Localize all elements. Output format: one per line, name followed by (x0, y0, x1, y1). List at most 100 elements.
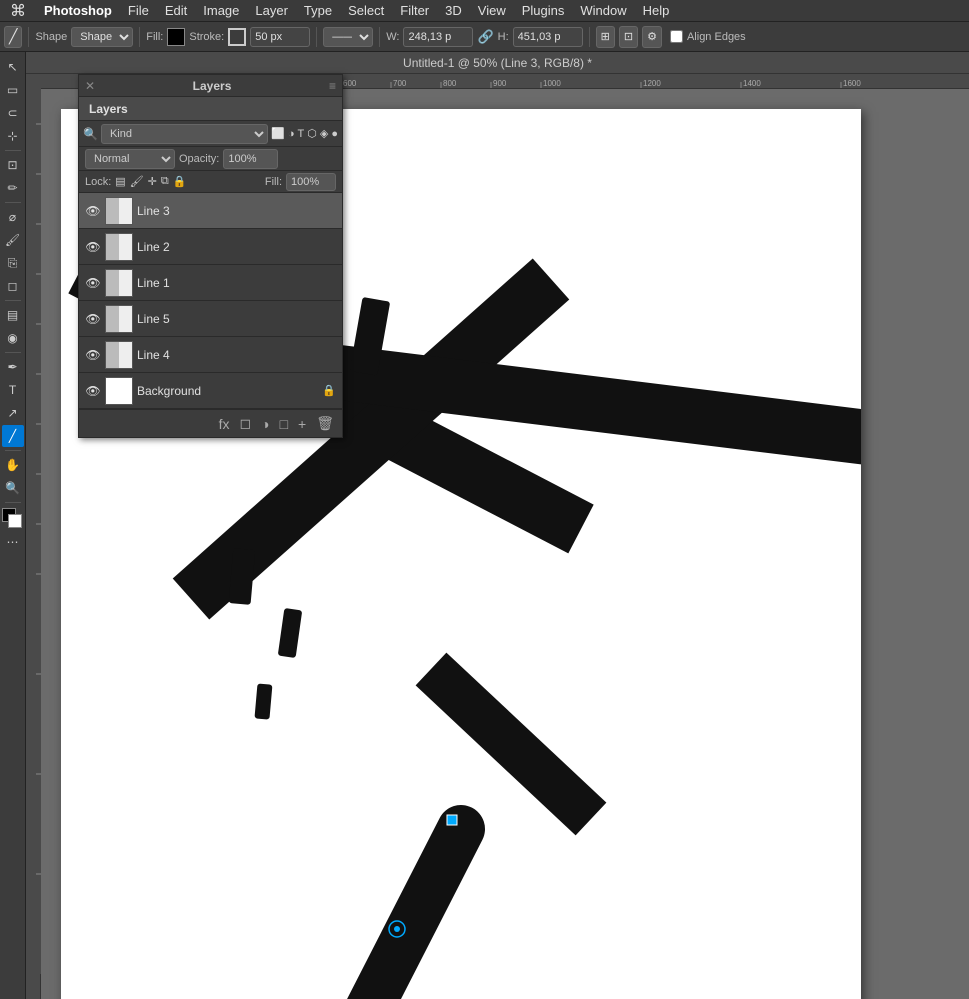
link-icon[interactable]: 🔗 (477, 29, 493, 45)
eyedropper-tool[interactable]: ✏ (2, 177, 24, 199)
menu-layer[interactable]: Layer (247, 3, 296, 18)
svg-text:1400: 1400 (743, 79, 761, 88)
lock-label: Lock: (85, 176, 111, 188)
blend-mode-select[interactable]: Normal (85, 149, 175, 169)
stroke-width-input[interactable] (250, 27, 310, 47)
ruler-vertical (26, 74, 41, 999)
opacity-input[interactable] (223, 149, 278, 169)
clone-tool[interactable]: ⎘ (2, 252, 24, 274)
menu-window[interactable]: Window (572, 3, 634, 18)
background-color-swatch[interactable] (8, 514, 22, 528)
align-edges-checkbox[interactable] (670, 30, 683, 43)
shape-filter-icon[interactable]: ⬡ (307, 127, 317, 140)
gradient-tool[interactable]: ▤ (2, 304, 24, 326)
move-tool[interactable]: ↖ (2, 56, 24, 78)
align-btn[interactable]: ⊞ (596, 26, 615, 48)
svg-text:600: 600 (343, 79, 357, 88)
shape-tool[interactable]: ╱ (2, 425, 24, 447)
eraser-tool[interactable]: ◻ (2, 275, 24, 297)
menu-edit[interactable]: Edit (157, 3, 195, 18)
layer-visibility-eye[interactable]: 👁 (85, 276, 101, 290)
search-icon: 🔍 (83, 127, 98, 141)
layer-visibility-eye[interactable]: 👁 (85, 384, 101, 398)
menu-plugins[interactable]: Plugins (514, 3, 573, 18)
smartobj-filter-icon[interactable]: ◈ (320, 127, 328, 140)
layer-item[interactable]: 👁 Background 🔒 (79, 373, 342, 409)
menu-file[interactable]: File (120, 3, 157, 18)
new-layer-btn[interactable]: + (294, 416, 310, 432)
menu-image[interactable]: Image (195, 3, 247, 18)
layer-item[interactable]: 👁 Line 5 (79, 301, 342, 337)
text-tool[interactable]: T (2, 379, 24, 401)
lock-position-icon[interactable]: ✛ (148, 175, 157, 188)
layer-name: Background (137, 384, 201, 398)
filter-toggle-icon[interactable]: ● (331, 128, 338, 140)
lock-artboard-icon[interactable]: ⧉ (161, 175, 169, 188)
menu-filter[interactable]: Filter (392, 3, 437, 18)
brush-tool[interactable]: 🖌 (2, 229, 24, 251)
menu-view[interactable]: View (470, 3, 514, 18)
height-input[interactable] (513, 27, 583, 47)
layer-visibility-eye[interactable]: 👁 (85, 240, 101, 254)
fill-swatch[interactable] (167, 28, 185, 46)
app-name[interactable]: Photoshop (36, 3, 120, 18)
text-filter-icon[interactable]: T (298, 128, 305, 140)
extra-tools[interactable]: ⋯ (2, 531, 24, 553)
lock-pixels-icon[interactable]: 🖌 (130, 175, 144, 188)
shape-select[interactable]: Shape (71, 27, 133, 47)
pixel-filter-icon[interactable]: ⬜ (271, 127, 285, 140)
layers-panel-header: ✕ Layers ≡ (79, 75, 342, 97)
layers-collapse-btn[interactable]: ≡ (329, 79, 336, 93)
layer-visibility-eye[interactable]: 👁 (85, 348, 101, 362)
menu-help[interactable]: Help (635, 3, 678, 18)
tool-sep-6 (5, 502, 21, 503)
layer-visibility-eye[interactable]: 👁 (85, 312, 101, 326)
layer-item[interactable]: 👁 Line 1 (79, 265, 342, 301)
marquee-tool[interactable]: ▭ (2, 79, 24, 101)
pen-tool[interactable]: ✒ (2, 356, 24, 378)
tool-sep-4 (5, 352, 21, 353)
line-tool-btn[interactable]: ╱ (4, 26, 22, 48)
delete-layer-btn[interactable]: 🗑 (312, 415, 338, 432)
zoom-tool[interactable]: 🔍 (2, 477, 24, 499)
color-swatches (2, 508, 24, 530)
layers-tab[interactable]: Layers (79, 97, 342, 121)
layers-filter-bar: 🔍 Kind ⬜ ◑ T ⬡ ◈ ● (79, 121, 342, 147)
filter-kind-select[interactable]: Kind (101, 124, 268, 144)
magic-wand-tool[interactable]: ⊹ (2, 125, 24, 147)
menu-select[interactable]: Select (340, 3, 392, 18)
adjustment-filter-icon[interactable]: ◑ (288, 128, 295, 140)
layer-item[interactable]: 👁 Line 3 (79, 193, 342, 229)
line-style-select[interactable]: ——— (323, 27, 373, 47)
lock-transparency-icon[interactable]: ▤ (115, 175, 125, 188)
add-adjustment-btn[interactable]: ◑ (257, 416, 273, 432)
menu-type[interactable]: Type (296, 3, 340, 18)
heal-tool[interactable]: ⌀ (2, 206, 24, 228)
fill-input[interactable] (286, 173, 336, 191)
layer-item[interactable]: 👁 Line 4 (79, 337, 342, 373)
layer-thumbnail (105, 269, 133, 297)
settings-btn[interactable]: ⚙ (642, 26, 662, 48)
layers-lock-bar: Lock: ▤ 🖌 ✛ ⧉ 🔒 Fill: (79, 171, 342, 193)
arrange-btn[interactable]: ⊡ (619, 26, 638, 48)
new-group-btn[interactable]: □ (276, 416, 292, 432)
path-select-tool[interactable]: ↗ (2, 402, 24, 424)
lock-all-icon[interactable]: 🔒 (173, 175, 187, 188)
add-mask-btn[interactable]: ◻ (235, 415, 255, 432)
crop-tool[interactable]: ⊡ (2, 154, 24, 176)
menu-3d[interactable]: 3D (437, 3, 470, 18)
layer-item[interactable]: 👁 Line 2 (79, 229, 342, 265)
layer-visibility-eye[interactable]: 👁 (85, 204, 101, 218)
stroke-swatch[interactable] (228, 28, 246, 46)
blur-tool[interactable]: ◉ (2, 327, 24, 349)
layer-name: Line 2 (137, 240, 170, 254)
layers-close-btn[interactable]: ✕ (85, 79, 95, 93)
lasso-tool[interactable]: ⊂ (2, 102, 24, 124)
hand-tool[interactable]: ✋ (2, 454, 24, 476)
stroke-label: Stroke: (189, 31, 224, 43)
layer-lock-icon: 🔒 (322, 384, 336, 397)
add-style-btn[interactable]: fx (215, 416, 234, 432)
width-input[interactable] (403, 27, 473, 47)
apple-menu[interactable]: ⌘ (0, 1, 36, 21)
line-tool-icon: ╱ (9, 28, 17, 45)
